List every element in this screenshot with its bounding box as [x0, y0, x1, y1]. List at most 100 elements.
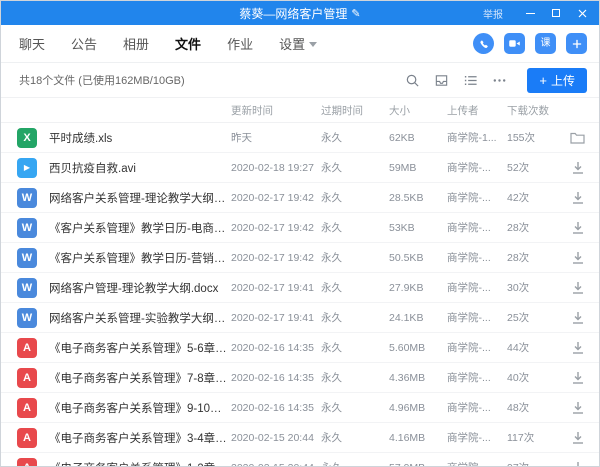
- nav-tabs: 聊天 公告 相册 文件 作业 设置: [19, 34, 318, 53]
- phone-call-icon[interactable]: [473, 33, 494, 54]
- search-icon[interactable]: [405, 73, 420, 88]
- file-name[interactable]: 网络客户管理-理论教学大纲.docx: [49, 280, 227, 296]
- close-button[interactable]: [569, 1, 595, 25]
- file-uploader: 商学院-...: [447, 342, 491, 354]
- file-size: 50.5KB: [389, 251, 424, 264]
- table-row[interactable]: ▶ 西贝抗疫自救.avi 2020-02-18 19:27 永久 59MB 商学…: [1, 153, 599, 183]
- video-call-icon[interactable]: [504, 33, 525, 54]
- file-uploader: 商学院-...: [447, 402, 491, 414]
- header-size[interactable]: 大小: [389, 103, 443, 118]
- file-updated: 2020-02-16 14:35: [231, 341, 314, 354]
- file-name[interactable]: 《客户关系管理》教学日历-营销17-蔡葵...: [49, 250, 227, 266]
- class-icon[interactable]: 课: [535, 33, 556, 54]
- download-action-icon[interactable]: [559, 431, 585, 445]
- table-row[interactable]: W 《客户关系管理》教学日历-营销17-蔡葵... 2020-02-17 19:…: [1, 243, 599, 273]
- file-name[interactable]: 网络客户关系管理-实验教学大纲.docx: [49, 310, 227, 326]
- file-name[interactable]: 《电子商务客户关系管理》3-4章.pdf: [49, 430, 227, 446]
- download-action-icon[interactable]: [559, 311, 585, 325]
- file-expires: 永久: [321, 132, 342, 144]
- file-name[interactable]: 《电子商务客户关系管理》9-10章.pdf: [49, 400, 227, 416]
- table-row[interactable]: A 《电子商务客户关系管理》7-8章.pdf 2020-02-16 14:35 …: [1, 363, 599, 393]
- window-title-wrap: 蔡葵—网络客户管理 ✎: [239, 5, 360, 22]
- docx-file-icon: W: [17, 217, 37, 238]
- docx-file-icon: W: [17, 247, 37, 268]
- file-uploader: 商学院-...: [447, 222, 491, 234]
- table-row[interactable]: W 《客户关系管理》教学日历-电商17-蔡葵... 2020-02-17 19:…: [1, 213, 599, 243]
- report-link[interactable]: 举报: [483, 6, 503, 21]
- header-expires[interactable]: 过期时间: [321, 103, 385, 118]
- download-action-icon[interactable]: [559, 371, 585, 385]
- add-app-icon[interactable]: [566, 33, 587, 54]
- download-action-icon[interactable]: [559, 161, 585, 175]
- download-action-icon[interactable]: [559, 281, 585, 295]
- list-view-icon[interactable]: [463, 73, 478, 88]
- file-name[interactable]: 《电子商务客户关系管理》1-2章.pdf: [49, 460, 227, 467]
- tab-label: 文件: [175, 37, 202, 52]
- minimize-button[interactable]: [517, 1, 543, 25]
- tab-settings[interactable]: 设置: [279, 34, 318, 53]
- header-uploader[interactable]: 上传者: [447, 103, 503, 118]
- table-row[interactable]: X 平时成绩.xls 昨天 永久 62KB 商学院-1... 155次: [1, 123, 599, 153]
- plus-glyph: [572, 39, 581, 48]
- download-glyph: [573, 251, 583, 264]
- file-downloads: 52次: [507, 162, 530, 174]
- table-row[interactable]: A 《电子商务客户关系管理》1-2章.pdf 2020-02-15 20:44 …: [1, 453, 599, 466]
- file-updated: 2020-02-17 19:41: [231, 281, 314, 294]
- maximize-button[interactable]: [543, 1, 569, 25]
- file-size: 4.16MB: [389, 431, 426, 444]
- nav-bar: 聊天 公告 相册 文件 作业 设置 课: [1, 25, 599, 63]
- file-downloads: 28次: [507, 222, 530, 234]
- download-glyph: [573, 341, 583, 354]
- tab-chat[interactable]: 聊天: [19, 34, 45, 53]
- table-row[interactable]: W 网络客户管理-理论教学大纲.docx 2020-02-17 19:41 永久…: [1, 273, 599, 303]
- table-row[interactable]: A 《电子商务客户关系管理》9-10章.pdf 2020-02-16 14:35…: [1, 393, 599, 423]
- folder-action-icon[interactable]: [559, 131, 585, 144]
- file-table-header: 更新时间 过期时间 大小 上传者 下载次数: [1, 97, 599, 123]
- file-updated: 2020-02-15 20:44: [231, 431, 314, 444]
- download-action-icon[interactable]: [559, 461, 585, 466]
- download-action-icon[interactable]: [559, 221, 585, 235]
- file-name[interactable]: 《客户关系管理》教学日历-电商17-蔡葵...: [49, 220, 227, 236]
- file-downloads: 40次: [507, 372, 530, 384]
- file-uploader: 商学院-...: [447, 432, 491, 444]
- inbox-icon[interactable]: [434, 73, 449, 88]
- download-glyph: [573, 281, 583, 294]
- file-downloads: 117次: [507, 432, 535, 444]
- file-name[interactable]: 《电子商务客户关系管理》7-8章.pdf: [49, 370, 227, 386]
- group-file-window: 蔡葵—网络客户管理 ✎ 举报 聊天 公告 相册 文件 作业 设置 课 共18个文…: [0, 0, 600, 467]
- header-updated[interactable]: 更新时间: [231, 103, 317, 118]
- file-expires: 永久: [321, 192, 342, 204]
- download-action-icon[interactable]: [559, 251, 585, 265]
- file-name[interactable]: 西贝抗疫自救.avi: [49, 160, 227, 176]
- download-action-icon[interactable]: [559, 401, 585, 415]
- file-size: 24.1KB: [389, 311, 424, 324]
- tab-homework[interactable]: 作业: [227, 34, 253, 53]
- titlebar: 蔡葵—网络客户管理 ✎ 举报: [1, 1, 599, 25]
- tab-label: 公告: [71, 37, 98, 52]
- edit-title-icon[interactable]: ✎: [351, 7, 360, 20]
- file-uploader: 商学院-1...: [447, 132, 497, 144]
- file-downloads: 48次: [507, 402, 530, 414]
- tab-album[interactable]: 相册: [123, 34, 149, 53]
- table-row[interactable]: W 网络客户关系管理-实验教学大纲.docx 2020-02-17 19:41 …: [1, 303, 599, 333]
- tab-announcement[interactable]: 公告: [71, 34, 97, 53]
- download-action-icon[interactable]: [559, 191, 585, 205]
- file-updated: 昨天: [231, 132, 252, 144]
- download-action-icon[interactable]: [559, 341, 585, 355]
- tab-files[interactable]: 文件: [175, 34, 201, 53]
- table-row[interactable]: A 《电子商务客户关系管理》3-4章.pdf 2020-02-15 20:44 …: [1, 423, 599, 453]
- file-name[interactable]: 网络客户关系管理-理论教学大纲.docx: [49, 190, 227, 206]
- more-icon[interactable]: [492, 73, 507, 88]
- file-name[interactable]: 平时成绩.xls: [49, 130, 227, 146]
- table-row[interactable]: A 《电子商务客户关系管理》5-6章.pdf 2020-02-16 14:35 …: [1, 333, 599, 363]
- file-name[interactable]: 《电子商务客户关系管理》5-6章.pdf: [49, 340, 227, 356]
- file-size: 27.9KB: [389, 281, 424, 294]
- file-count-summary: 共18个文件 (已使用162MB/10GB): [19, 75, 185, 87]
- download-glyph: [575, 461, 581, 466]
- header-downloads[interactable]: 下载次数: [507, 103, 555, 118]
- table-row[interactable]: W 网络客户关系管理-理论教学大纲.docx 2020-02-17 19:42 …: [1, 183, 599, 213]
- upload-button[interactable]: + 上传: [527, 67, 587, 93]
- file-size: 4.36MB: [389, 371, 426, 384]
- pdf-file-icon: A: [17, 457, 37, 466]
- file-updated: 2020-02-16 14:35: [231, 371, 314, 384]
